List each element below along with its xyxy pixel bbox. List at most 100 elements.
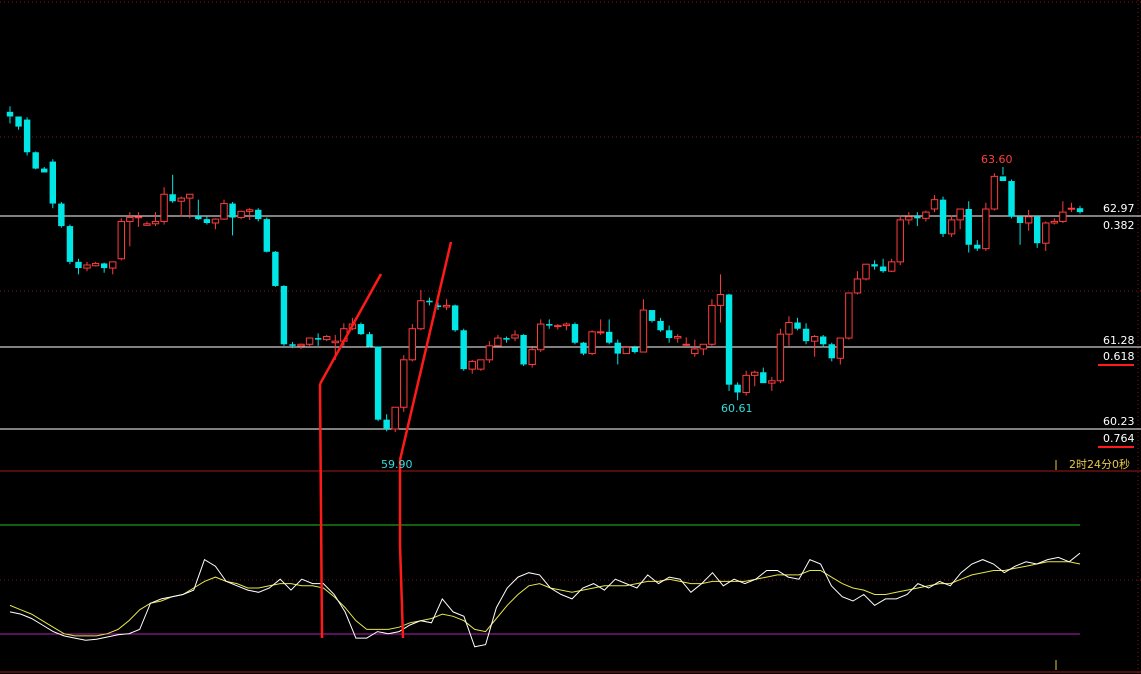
- candle-down: [725, 294, 733, 385]
- candle-up: [528, 349, 536, 365]
- candle-up: [776, 333, 785, 382]
- candle-down: [451, 305, 459, 331]
- candle-down: [1016, 216, 1024, 223]
- candle-down: [648, 310, 656, 321]
- candle-down: [15, 116, 22, 127]
- candle-down: [41, 168, 48, 173]
- candle-up: [947, 219, 956, 235]
- candle-up: [245, 209, 254, 212]
- candle-down: [665, 330, 673, 339]
- candle-down: [366, 334, 373, 347]
- fib-price-label-0764: 60.23: [1103, 415, 1135, 428]
- candle-down: [426, 300, 433, 303]
- candle-down: [49, 161, 57, 204]
- candle-up: [143, 223, 151, 226]
- candle-down: [58, 203, 65, 227]
- candle-up: [117, 220, 125, 260]
- candle-up: [1059, 211, 1067, 222]
- candle-up: [468, 360, 476, 370]
- candle-down: [229, 203, 236, 218]
- candle-up: [699, 343, 708, 350]
- candle-down: [999, 176, 1007, 182]
- candle-down: [100, 263, 108, 269]
- candle-down: [6, 111, 14, 117]
- high-price-label: 63.60: [981, 153, 1013, 166]
- candle-down: [965, 209, 972, 245]
- candle-up: [186, 193, 194, 199]
- candle-down: [1076, 208, 1084, 213]
- candle-up: [1067, 207, 1076, 210]
- candle-up: [126, 217, 134, 222]
- candle-down: [255, 209, 262, 220]
- candle-down: [75, 261, 82, 269]
- candle-up: [477, 359, 485, 370]
- candle-down: [289, 344, 296, 346]
- candle-up: [982, 208, 990, 250]
- chart-background: [0, 0, 1141, 674]
- candle-down: [520, 334, 527, 365]
- candle-up: [836, 337, 845, 359]
- fib-price-label-0618: 61.28: [1103, 334, 1135, 347]
- candle-down: [760, 372, 767, 384]
- candle-down: [1008, 181, 1015, 217]
- candle-up: [83, 264, 91, 269]
- candlestick-chart: 62.97 0.382 61.28 0.618 60.23 0.764 63.6…: [0, 0, 1141, 674]
- candle-up: [400, 359, 408, 408]
- candle-up: [588, 331, 596, 355]
- candle-up: [990, 175, 999, 210]
- candle-up: [768, 380, 776, 384]
- candle-down: [828, 344, 835, 359]
- candle-down: [974, 244, 981, 249]
- candle-down: [1033, 216, 1041, 244]
- candle-up: [716, 294, 725, 306]
- candle-down: [23, 119, 31, 153]
- low-price-label: 60.61: [721, 402, 753, 415]
- candle-up: [887, 261, 896, 272]
- candle-down: [657, 320, 664, 331]
- candle-up: [922, 211, 930, 219]
- candle-up: [417, 300, 425, 330]
- candle-up: [323, 335, 331, 341]
- candle-up: [237, 210, 245, 219]
- candle-up: [160, 193, 168, 222]
- candle-up: [905, 216, 913, 221]
- candle-up: [151, 220, 160, 225]
- candle-down: [460, 330, 467, 370]
- candle-up: [562, 323, 571, 327]
- candle-up: [91, 262, 100, 267]
- candle-up: [109, 261, 117, 269]
- candle-down: [280, 285, 288, 345]
- candle-down: [314, 338, 322, 340]
- candle-down: [571, 324, 579, 343]
- candle-up: [896, 219, 904, 263]
- candle-up: [742, 374, 750, 393]
- candle-down: [272, 251, 279, 286]
- candle-down: [734, 384, 741, 393]
- candle-up: [305, 337, 314, 345]
- candle-up: [930, 199, 939, 210]
- candle-down: [802, 328, 810, 342]
- candle-down: [580, 342, 587, 354]
- bar-countdown: 2时24分0秒: [1069, 457, 1130, 471]
- candle-up: [673, 335, 682, 339]
- candle-up: [622, 346, 631, 355]
- candle-down: [263, 219, 271, 252]
- candle-down: [357, 324, 365, 335]
- candle-down: [871, 264, 878, 267]
- candle-up: [408, 328, 417, 361]
- candle-down: [503, 338, 510, 340]
- candle-up: [845, 292, 853, 339]
- candle-down: [605, 331, 613, 343]
- candle-up: [853, 278, 862, 294]
- candle-down: [914, 216, 921, 219]
- fib-ratio-label-0382: 0.382: [1103, 219, 1135, 232]
- candle-up: [751, 371, 759, 376]
- fib-ratio-label-0618: 0.618: [1103, 350, 1135, 363]
- candle-up: [134, 216, 143, 219]
- candle-down: [939, 199, 947, 234]
- candle-up: [1024, 216, 1033, 224]
- candle-up: [691, 348, 699, 355]
- candle-up: [785, 322, 793, 335]
- candle-up: [810, 335, 819, 342]
- candle-down: [66, 226, 74, 262]
